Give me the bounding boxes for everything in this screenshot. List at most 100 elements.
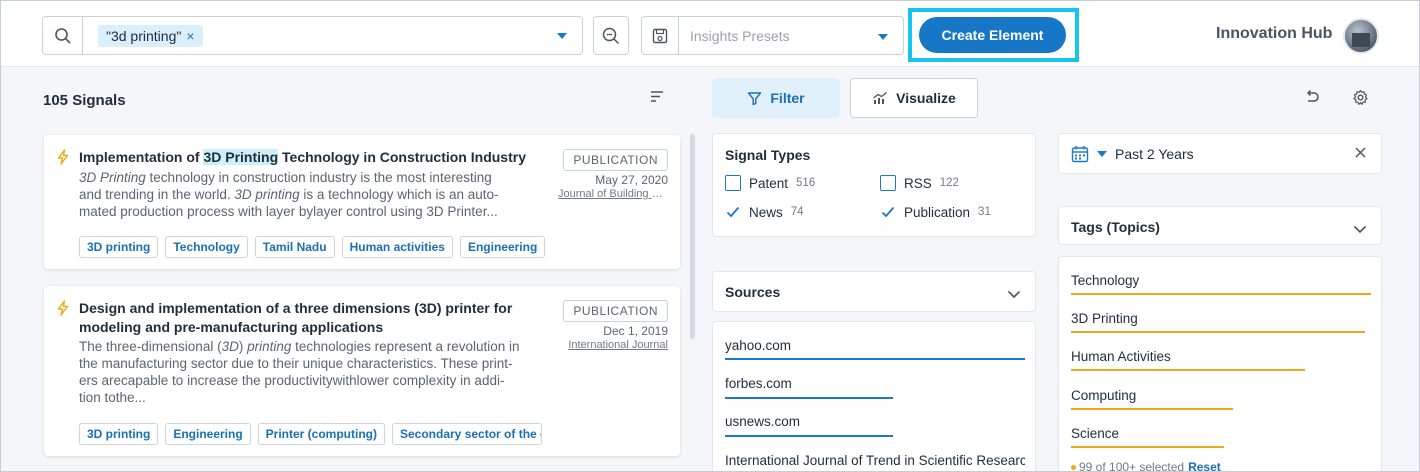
chart-icon bbox=[873, 91, 888, 104]
sources-list: yahoo.com forbes.com usnews.com Internat… bbox=[712, 321, 1036, 471]
app-window: "3d printing" × Insights Presets Create … bbox=[0, 0, 1420, 472]
signal-source-link[interactable]: Journal of Building Engineering bbox=[558, 188, 668, 200]
tag-chip[interactable]: 3D printing bbox=[79, 236, 159, 258]
hub-name[interactable]: Innovation Hub bbox=[1216, 25, 1332, 43]
topic-item[interactable]: Science bbox=[1071, 426, 1119, 441]
tag-chip[interactable]: Tamil Nadu bbox=[254, 236, 335, 258]
signal-types-panel: Signal Types Patent 516 RSS 122 News 74 … bbox=[712, 133, 1036, 237]
sources-dropdown[interactable]: Sources bbox=[712, 271, 1036, 312]
insights-presets-select[interactable]: Insights Presets bbox=[641, 16, 904, 55]
source-bar bbox=[725, 435, 893, 437]
presets-placeholder: Insights Presets bbox=[690, 28, 790, 44]
signal-title-text: Design and implementation of a three dim… bbox=[79, 300, 513, 316]
bolt-icon bbox=[56, 300, 70, 321]
topic-item[interactable]: 3D Printing bbox=[1071, 311, 1138, 326]
signal-title[interactable]: Design and implementation of a three dim… bbox=[79, 299, 569, 337]
filter-icon bbox=[748, 91, 762, 105]
checkbox-unchecked[interactable] bbox=[725, 175, 741, 191]
search-box[interactable]: "3d printing" × bbox=[42, 16, 583, 55]
source-item[interactable]: International Journal of Trend in Scient… bbox=[725, 453, 1025, 468]
signals-count: 105 Signals bbox=[43, 92, 126, 109]
source-bar bbox=[725, 397, 893, 399]
tag-chip[interactable]: Human activities bbox=[341, 236, 453, 258]
tags-topics-title: Tags (Topics) bbox=[1071, 219, 1160, 235]
checkmark-icon[interactable] bbox=[725, 204, 741, 220]
signal-tags: 3D printing Engineering Printer (computi… bbox=[79, 423, 542, 445]
date-range-select[interactable]: Past 2 Years bbox=[1058, 133, 1382, 174]
zoom-search-icon bbox=[602, 27, 620, 44]
summary-em: 3D printing bbox=[234, 187, 300, 202]
topic-bar bbox=[1071, 293, 1371, 295]
source-item[interactable]: forbes.com bbox=[725, 376, 1025, 391]
visualize-button[interactable]: Visualize bbox=[850, 78, 978, 118]
signal-summary: 3D Printing technology in construction i… bbox=[79, 169, 569, 220]
summary-em: 3D Printing bbox=[79, 170, 146, 185]
signal-type-label: Patent bbox=[749, 175, 789, 191]
summary-text: tion tothe... bbox=[79, 390, 146, 405]
search-icon[interactable] bbox=[43, 17, 83, 54]
signal-type-badge: PUBLICATION bbox=[563, 300, 668, 322]
signal-card[interactable]: Implementation of 3D Printing Technology… bbox=[44, 135, 680, 269]
zoom-search-button[interactable] bbox=[593, 16, 629, 55]
topic-bar bbox=[1071, 408, 1233, 410]
summary-text: ers arecapable to increase the productiv… bbox=[79, 373, 505, 388]
signal-type-count: 31 bbox=[978, 206, 991, 218]
reset-link[interactable]: Reset bbox=[1188, 460, 1221, 471]
signal-summary: The three-dimensional (3D) printing tech… bbox=[79, 338, 569, 406]
topic-item[interactable]: Human Activities bbox=[1071, 349, 1171, 364]
signal-title-text: modeling and pre-manufacturing applicati… bbox=[79, 319, 384, 335]
summary-em: printing bbox=[247, 339, 292, 354]
create-element-button[interactable]: Create Element bbox=[919, 17, 1066, 53]
date-caret-icon[interactable] bbox=[1097, 151, 1107, 157]
signal-source-link[interactable]: International Journal bbox=[558, 339, 668, 351]
save-preset-icon[interactable] bbox=[642, 17, 679, 54]
signal-type-count: 122 bbox=[939, 177, 959, 189]
source-item[interactable]: usnews.com bbox=[725, 414, 1025, 429]
chevron-down-icon[interactable] bbox=[1007, 286, 1021, 304]
search-highlight: 3D Printing bbox=[203, 149, 279, 165]
summary-text: ) bbox=[238, 339, 248, 354]
tag-chip[interactable]: Engineering bbox=[459, 236, 546, 258]
signal-type-label: RSS bbox=[904, 175, 932, 191]
filter-button[interactable]: Filter bbox=[712, 78, 840, 118]
undo-icon[interactable] bbox=[1304, 89, 1320, 110]
tag-chip[interactable]: Technology bbox=[165, 236, 248, 258]
tags-topics-dropdown[interactable]: Tags (Topics) bbox=[1058, 206, 1382, 245]
gear-icon[interactable] bbox=[1352, 89, 1369, 111]
summary-text: the manufacturing sector due to their un… bbox=[79, 356, 513, 371]
top-bar: "3d printing" × Insights Presets Create … bbox=[1, 1, 1419, 67]
signals-header: 105 Signals bbox=[1, 68, 691, 130]
checkbox-unchecked[interactable] bbox=[880, 175, 896, 191]
signal-type-patent[interactable]: Patent 516 bbox=[725, 175, 815, 191]
signal-title[interactable]: Implementation of 3D Printing Technology… bbox=[79, 148, 569, 167]
signal-type-label: Publication bbox=[904, 204, 971, 220]
summary-text: technology in construction industry is t… bbox=[145, 170, 492, 185]
tag-chip[interactable]: Printer (computing) bbox=[257, 423, 385, 445]
summary-text: is a technology which is an auto- bbox=[299, 187, 499, 202]
topic-item[interactable]: Technology bbox=[1071, 273, 1139, 288]
chip-remove-icon[interactable]: × bbox=[186, 28, 194, 44]
tag-chip[interactable]: 3D printing bbox=[79, 423, 159, 445]
source-item[interactable]: yahoo.com bbox=[725, 338, 1025, 353]
filter-label: Filter bbox=[770, 90, 805, 106]
sort-icon[interactable] bbox=[650, 90, 664, 109]
tags-topics-list: Technology 3D Printing Human Activities … bbox=[1058, 256, 1382, 472]
visualize-label: Visualize bbox=[896, 90, 956, 106]
chevron-down-icon[interactable] bbox=[1353, 221, 1367, 239]
signals-scrollbar[interactable] bbox=[690, 134, 695, 339]
clear-date-icon[interactable] bbox=[1354, 146, 1367, 164]
topic-item[interactable]: Computing bbox=[1071, 388, 1136, 403]
date-range-label: Past 2 Years bbox=[1115, 146, 1194, 162]
signal-type-rss[interactable]: RSS 122 bbox=[880, 175, 959, 191]
tag-chip[interactable]: Engineering bbox=[165, 423, 251, 445]
signal-card[interactable]: Design and implementation of a three dim… bbox=[44, 286, 680, 456]
signal-date: May 27, 2020 bbox=[595, 173, 668, 187]
checkmark-icon[interactable] bbox=[880, 204, 896, 220]
selection-count: 99 of 100+ selected bbox=[1079, 460, 1185, 472]
search-dropdown-caret-icon[interactable] bbox=[557, 33, 567, 39]
presets-caret-icon[interactable] bbox=[878, 34, 888, 40]
avatar[interactable] bbox=[1343, 18, 1379, 54]
tag-chip[interactable]: Secondary sector of the economy bbox=[392, 423, 542, 445]
signal-type-publication[interactable]: Publication 31 bbox=[880, 204, 991, 220]
signal-type-news[interactable]: News 74 bbox=[725, 204, 804, 220]
